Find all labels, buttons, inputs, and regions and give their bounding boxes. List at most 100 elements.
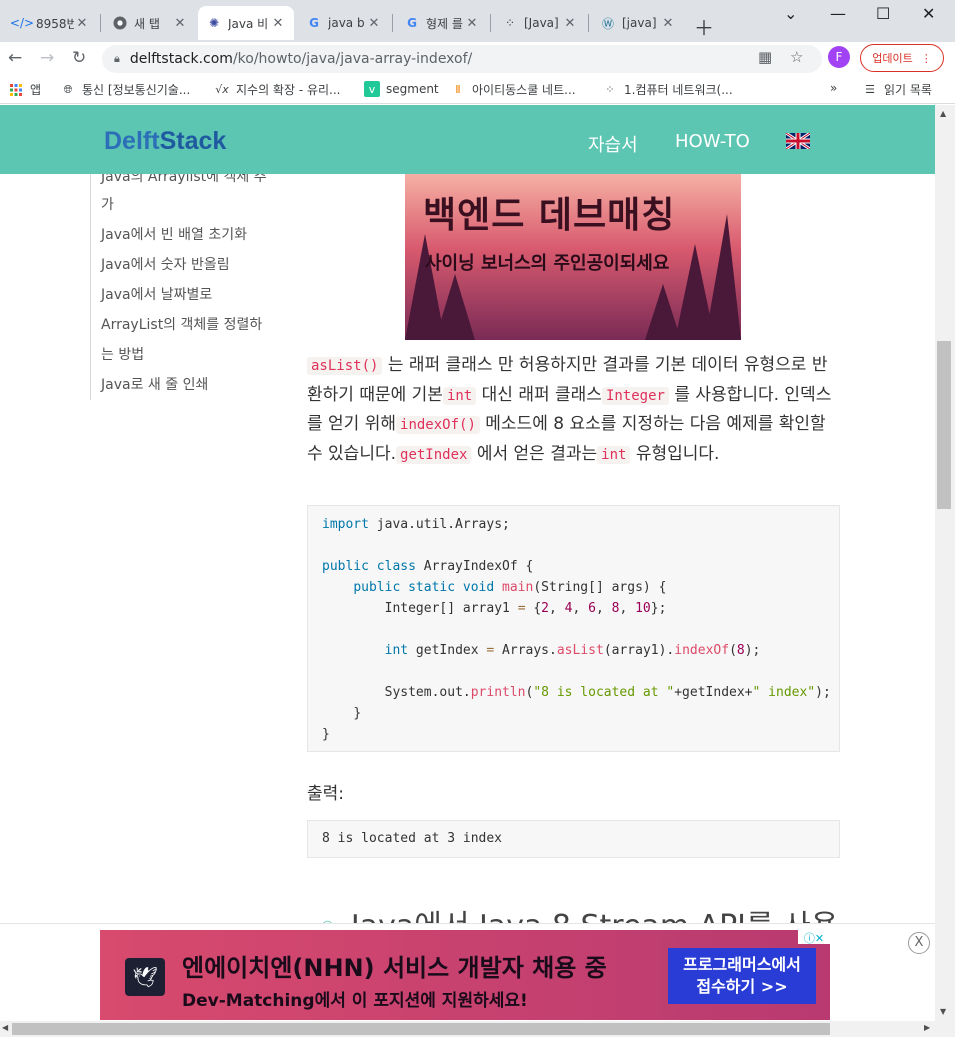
bottom-ad-cta-button[interactable]: 프로그래머스에서 접수하기 >> [668,948,816,1004]
lock-icon: 🔒︎ [114,52,120,65]
google-icon: G [407,16,417,30]
tab-4[interactable]: G java b ✕ [298,6,390,40]
tab-7[interactable]: Ⓦ [java] ✕ [592,6,684,40]
tab-6[interactable]: ⁘ [Java] ✕ [494,6,586,40]
maximize-icon[interactable]: ☐ [876,4,890,23]
qr-code-icon[interactable]: ▦ [758,48,772,66]
bookmark-item[interactable]: v segment [364,81,439,97]
vertical-scroll-thumb[interactable] [937,341,951,509]
reading-list-icon: ☰ [865,83,875,96]
tab-search-chevron-icon[interactable]: ⌄ [784,4,797,23]
bookmarks-overflow-chevron[interactable]: » [830,81,837,95]
sidebar-link[interactable]: 는 방법 [101,344,144,364]
horizontal-scroll-thumb[interactable] [12,1023,830,1035]
page-viewport: DelftStack 자습서 HOW-TO Java의 Arraylist에 객… [0,105,935,1021]
tab-strip: </> 8958번 ✕ 새 탭 ✕ ✺ Java 비 ✕ G java b ✕ … [0,0,955,42]
close-ad-icon[interactable]: X [908,932,930,954]
horizontal-scrollbar[interactable]: ◀ ▶ [0,1021,955,1037]
bookmark-item[interactable]: ⁘ 1.컴퓨터 네트워크(... [602,81,732,98]
site-header: DelftStack 자습서 HOW-TO [0,105,935,174]
sidebar-link[interactable]: ArrayList의 객체를 정렬하 [101,314,262,334]
bottom-ad-headline: 엔에이치엔(NHN) 서비스 개발자 채용 중 [182,954,607,982]
minimize-icon[interactable]: — [830,4,846,23]
tab-separator [588,14,589,32]
close-icon[interactable]: ✕ [366,16,382,31]
code-block[interactable]: import java.util.Arrays; public class Ar… [307,505,840,752]
adchoices-icon[interactable]: ⓘ✕ [798,930,830,945]
bookmark-star-icon[interactable]: ☆ [790,48,803,66]
tab-label: Java 비 [228,16,269,31]
ad-headline: 백엔드 데브매칭 [423,195,676,236]
reading-list[interactable]: ☰ 읽기 목록 [862,81,932,98]
uk-flag-icon[interactable] [785,131,811,151]
output-block[interactable]: 8 is located at 3 index [307,820,840,858]
sqrt-icon: √x [215,83,229,96]
tab-separator [100,14,101,32]
scroll-left-arrow-icon[interactable]: ◀ [2,1023,8,1032]
bottom-ad-banner[interactable]: 🕊︎ 엔에이치엔(NHN) 서비스 개발자 채용 중 Dev-Matching에… [100,930,830,1020]
google-icon: G [309,16,319,30]
article-paragraph: asList() 는 래퍼 클래스 만 허용하지만 결과를 기본 데이터 유형으… [307,355,832,464]
bookmark-item[interactable]: 🌐︎ 통신 [정보통신기술... [60,81,191,98]
forward-arrow-icon[interactable]: → [40,48,54,68]
ad-subline: 사이닝 보너스의 주인공이되세요 [425,253,670,274]
tab-5[interactable]: G 형제 를 ✕ [396,6,488,40]
reload-icon[interactable]: ↻ [72,48,86,68]
sidebar-link[interactable]: Java에서 빈 배열 초기화 [101,224,247,244]
itdong-icon: Ⅱ [455,83,461,96]
sidebar-link[interactable]: Java에서 숫자 반올림 [101,254,230,274]
bookmarks-bar: 앱 🌐︎ 통신 [정보통신기술... √x 지수의 확장 - 유리... v s… [0,76,955,104]
nav-tutorials[interactable]: 자습서 [588,131,638,157]
close-window-icon[interactable]: ✕ [922,4,935,23]
browser-toolbar: ← → ↻ 🔒︎ delftstack.com/ko/howto/java/ja… [0,42,955,76]
tab-3-active[interactable]: ✺ Java 비 ✕ [198,6,294,40]
url-text: delftstack.com/ko/howto/java/java-array-… [129,51,473,67]
apps-grid-icon [8,82,24,98]
sidebar-link[interactable]: 가 [101,194,114,214]
tab-2[interactable]: 새 탭 ✕ [104,6,196,40]
chrome-icon [112,15,128,31]
bookmark-item[interactable]: √x 지수의 확장 - 유리... [214,81,340,98]
close-icon[interactable]: ✕ [74,16,90,31]
tab-separator [392,14,393,32]
back-arrow-icon[interactable]: ← [8,48,22,68]
wordpress-icon: Ⓦ [601,16,614,31]
close-icon[interactable]: ✕ [172,16,188,31]
tab-label: java b [328,16,365,30]
sidebar-link[interactable]: Java에서 날짜별로 [101,284,212,304]
new-tab-plus-icon[interactable]: ＋ [694,12,714,41]
more-vert-icon: ⋮ [920,51,932,65]
tab-label: 형제 를 [426,16,463,31]
code-icon: </> [9,16,35,30]
close-icon[interactable]: ✕ [270,16,286,31]
tab-label: [java] [622,16,657,30]
tab-label: 8958번 [36,16,74,31]
address-bar[interactable]: 🔒︎ delftstack.com/ko/howto/java/java-arr… [102,45,822,73]
scroll-down-arrow-icon[interactable]: ▼ [940,1007,946,1016]
close-icon[interactable]: ✕ [660,16,676,31]
globe-icon: 🌐︎ [63,82,73,96]
bottom-ad-container: 🕊︎ 엔에이치엔(NHN) 서비스 개발자 채용 중 Dev-Matching에… [0,923,935,1021]
close-icon[interactable]: ✕ [464,16,480,31]
sidebar-link[interactable]: Java로 새 줄 인쇄 [101,374,208,394]
nav-howto[interactable]: HOW-TO [675,131,750,152]
bottom-ad-subline: Dev-Matching에서 이 포지션에 지원하세요! [182,991,528,1011]
output-label: 출력: [307,784,345,804]
scroll-right-arrow-icon[interactable]: ▶ [924,1023,930,1032]
velog-icon: v [364,81,380,97]
vertical-scrollbar[interactable]: ▲ ▼ [935,105,955,1021]
tab-1[interactable]: </> 8958번 ✕ [6,6,98,40]
bookmark-apps[interactable]: 앱 [8,81,41,98]
bookmark-item[interactable]: Ⅱ 아이티동스쿨 네트... [450,81,575,98]
update-button[interactable]: 업데이트 ⋮ [860,44,944,72]
tistory-icon: ⁘ [605,83,615,96]
ad-banner-image[interactable]: 백엔드 데브매칭 사이닝 보너스의 주인공이되세요 [405,174,741,340]
profile-avatar[interactable]: F [828,46,850,68]
close-icon[interactable]: ✕ [562,16,578,31]
tab-label: 새 탭 [134,16,160,31]
tistory-icon: ⁘ [504,16,516,30]
bird-logo-icon: 🕊︎ [125,958,165,996]
site-logo[interactable]: DelftStack [104,127,226,156]
tab-separator [490,14,491,32]
scroll-up-arrow-icon[interactable]: ▲ [940,109,946,118]
